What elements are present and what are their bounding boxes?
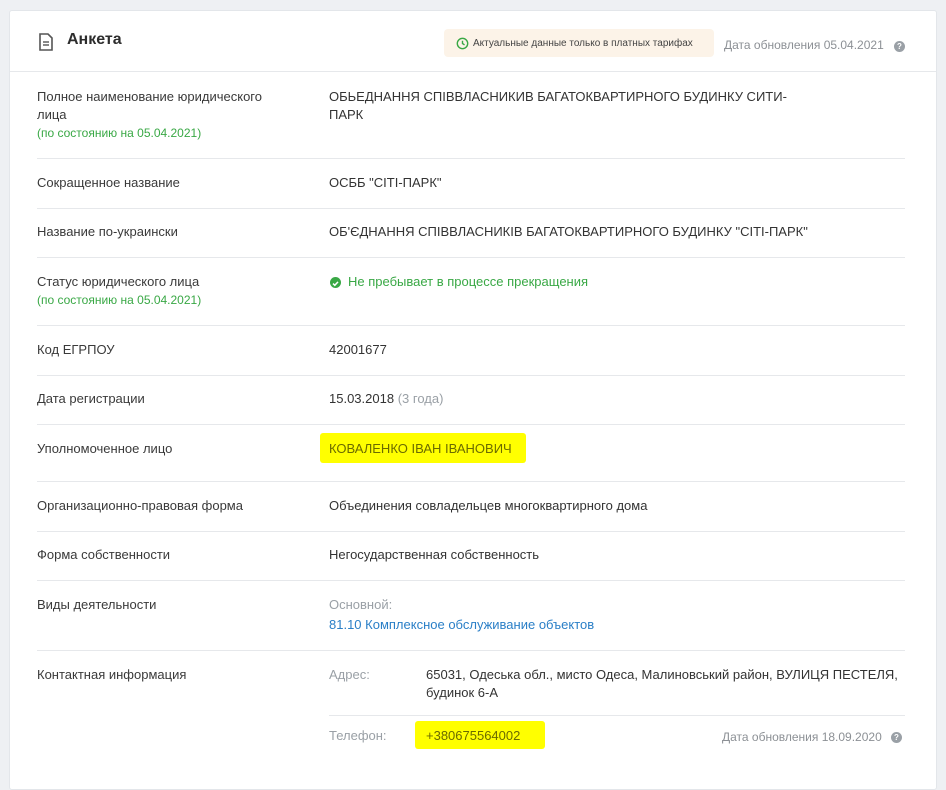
update-date: Дата обновления 05.04.2021: [724, 38, 884, 52]
legal-form-value: Объединения совладельцев многоквартирног…: [329, 498, 648, 513]
legal-form-label: Организационно-правовая форма: [37, 498, 243, 513]
phone-label: Телефон:: [329, 728, 387, 743]
phone-update-date: Дата обновления 18.09.2020: [722, 730, 882, 744]
divider: [37, 158, 905, 159]
divider: [37, 208, 905, 209]
document-icon: [39, 33, 53, 51]
help-icon[interactable]: ?: [891, 732, 902, 743]
ua-name-value: ОБ'ЄДНАННЯ СПІВВЛАСНИКІВ БАГАТОКВАРТИРНО…: [329, 224, 808, 239]
ownership-label: Форма собственности: [37, 547, 171, 562]
divider: [37, 325, 905, 326]
profile-card: Анкета Актуальные данные только в платны…: [9, 10, 937, 790]
full-name-value-line2: ПАРК: [329, 107, 364, 122]
code-value: 42001677: [329, 342, 387, 357]
activity-label: Виды деятельности: [37, 597, 157, 612]
short-name-value: ОСББ "СІТІ-ПАРК": [329, 175, 442, 190]
divider: [37, 257, 905, 258]
short-name-label: Сокращенное название: [37, 175, 180, 190]
full-name-label-line1: Полное наименование юридического: [37, 89, 262, 104]
ua-name-label: Название по-украински: [37, 224, 178, 239]
divider: [37, 531, 905, 532]
divider: [37, 650, 905, 651]
reg-date-label: Дата регистрации: [37, 391, 145, 406]
activity-main-link[interactable]: 81.10 Комплексное обслуживание объектов: [329, 616, 594, 634]
reg-date-age: (3 года): [397, 391, 444, 406]
divider: [37, 580, 905, 581]
address-label: Адрес:: [329, 667, 370, 682]
reg-date-value-wrap: 15.03.2018 (3 года): [329, 390, 443, 408]
full-name-value-line1: ОБЬЕДНАННЯ СПІВВЛАСНИКИВ БАГАТОКВАРТИРНО…: [329, 89, 787, 104]
card-header: Анкета Актуальные данные только в платны…: [10, 11, 936, 72]
address-value-line2: будинок 6-А: [426, 685, 499, 700]
status-date-note: (по состоянию на 05.04.2021): [37, 293, 202, 307]
full-name-label-line2: лица: [37, 107, 67, 122]
full-name-date-note: (по состоянию на 05.04.2021): [37, 126, 202, 140]
authorized-value: КОВАЛЕНКО ІВАН ІВАНОВИЧ: [329, 441, 512, 456]
reg-date-value: 15.03.2018: [329, 391, 395, 406]
paid-data-badge[interactable]: Актуальные данные только в платных тариф…: [444, 29, 714, 57]
status-label: Статус юридического лица: [37, 274, 200, 289]
address-value-line1: 65031, Одеська обл., мисто Одеса, Малино…: [426, 667, 898, 682]
contact-label: Контактная информация: [37, 667, 187, 682]
clock-icon: [456, 37, 469, 49]
divider: [37, 424, 905, 425]
badge-text: Актуальные данные только в платных тариф…: [473, 37, 693, 49]
check-circle-icon: [330, 277, 341, 288]
activity-main-label: Основной:: [329, 597, 393, 612]
help-icon[interactable]: ?: [894, 41, 905, 52]
card-title: Анкета: [67, 31, 122, 48]
authorized-label: Уполномоченное лицо: [37, 441, 173, 456]
divider: [37, 481, 905, 482]
phone-value[interactable]: +380675564002: [426, 727, 520, 745]
status-value: Не пребывает в процессе прекращения: [348, 274, 589, 289]
divider: [37, 375, 905, 376]
ownership-value: Негосударственная собственность: [329, 547, 540, 562]
code-label: Код ЕГРПОУ: [37, 342, 115, 357]
divider: [329, 715, 905, 716]
